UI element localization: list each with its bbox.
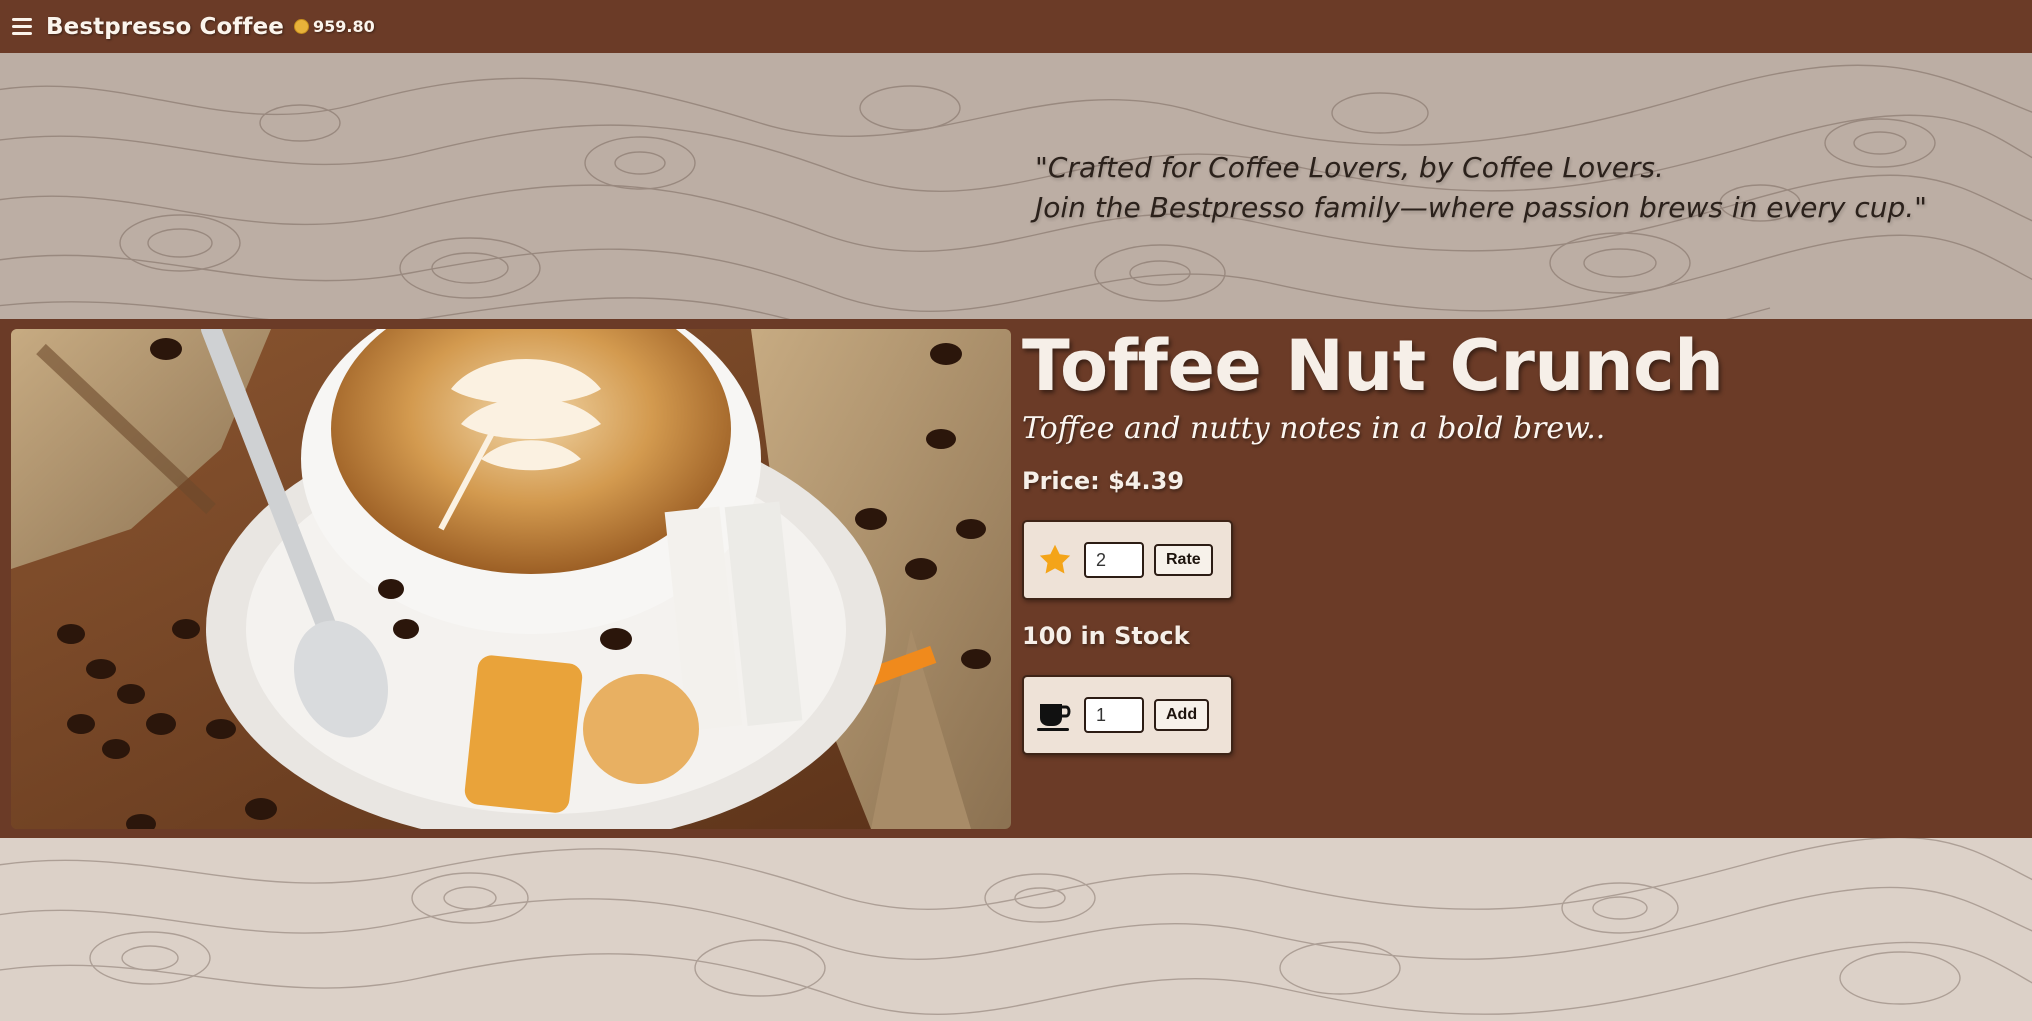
quote-line-1: "Crafted for Coffee Lovers, by Coffee Lo… (1035, 151, 1664, 184)
balance-value: 959.80 (313, 17, 375, 36)
balance-display: 959.80 (294, 17, 375, 36)
add-to-cart-card: Add (1022, 675, 1233, 755)
hamburger-icon[interactable] (12, 18, 32, 35)
product-tagline: Toffee and nutty notes in a bold brew.. (1022, 411, 1606, 446)
rate-button[interactable]: Rate (1154, 544, 1213, 576)
coin-icon (294, 19, 310, 34)
product-price: Price: $4.39 (1022, 467, 1185, 495)
hero-banner: "Crafted for Coffee Lovers, by Coffee Lo… (0, 53, 2032, 319)
topographic-pattern-bottom (0, 838, 2032, 1016)
brand-title[interactable]: Bestpresso Coffee (46, 14, 284, 40)
rating-input[interactable] (1084, 542, 1144, 578)
product-section: Toffee Nut Crunch Toffee and nutty notes… (0, 319, 2032, 838)
page: Bestpresso Coffee 959.80 "Crafted for Co… (0, 0, 2032, 1021)
add-button[interactable]: Add (1154, 699, 1210, 731)
product-name: Toffee Nut Crunch (1022, 325, 1724, 407)
stock-count: 100 in Stock (1022, 622, 1190, 650)
coffee-latte-photo (11, 329, 1011, 829)
rating-card: Rate (1022, 520, 1233, 600)
coffee-cup-icon (1036, 696, 1074, 734)
footer-pattern-area (0, 838, 2032, 1021)
star-icon (1036, 541, 1074, 579)
brand-quote: "Crafted for Coffee Lovers, by Coffee Lo… (1035, 148, 1995, 228)
quantity-input[interactable] (1084, 697, 1144, 733)
product-image (11, 329, 1011, 829)
product-details: Toffee Nut Crunch Toffee and nutty notes… (1022, 319, 2002, 838)
quote-line-2: Join the Bestpresso family—where passion… (1035, 191, 1928, 224)
top-navbar: Bestpresso Coffee 959.80 (0, 0, 2032, 53)
